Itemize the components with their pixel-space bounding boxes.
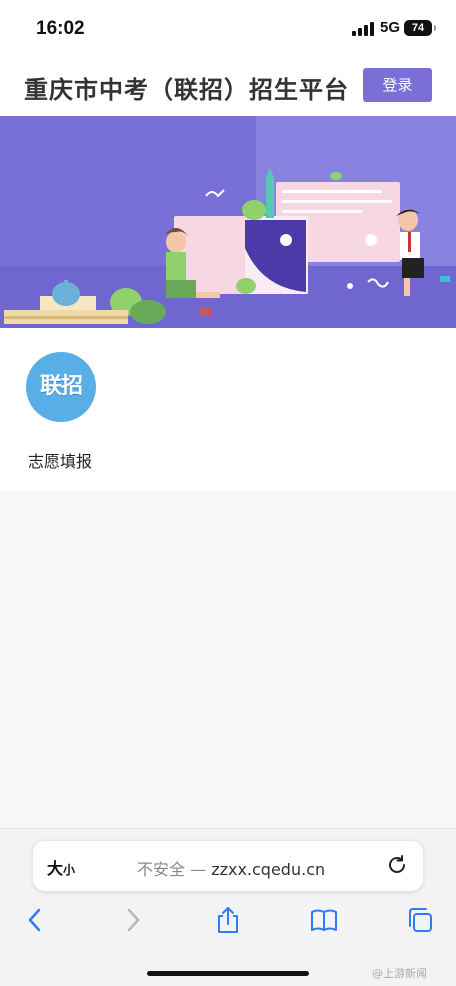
bookmarks-icon[interactable] — [309, 905, 339, 935]
page-header: 重庆市中考（联招）招生平台 登录 — [0, 56, 456, 116]
text-size-button[interactable]: 大小 — [47, 855, 75, 879]
battery-icon: 74 — [404, 20, 436, 36]
forward-icon[interactable] — [118, 905, 148, 935]
url-display[interactable]: 不安全 — zzxx.cqedu.cn — [137, 856, 325, 880]
reload-icon[interactable] — [385, 853, 409, 877]
app-icon-text: 联招 — [39, 374, 83, 399]
address-bar[interactable]: 大小 不安全 — zzxx.cqedu.cn — [33, 841, 423, 891]
text-size-small: 小 — [63, 863, 76, 877]
signal-icon — [352, 22, 374, 36]
network-label: 5G — [380, 19, 401, 36]
app-label-volunteer[interactable]: 志愿填报 — [28, 448, 92, 472]
status-bar: 16:02 5G 74 — [0, 0, 456, 56]
text-size-large: 大 — [47, 859, 64, 878]
url-text: zzxx.cqedu.cn — [211, 860, 326, 879]
app-grid: 联招 志愿填报 — [0, 328, 456, 491]
status-time: 16:02 — [36, 18, 85, 39]
security-label: 不安全 — — [137, 860, 207, 879]
lianzhao-app-icon[interactable]: 联招 — [26, 352, 96, 422]
browser-toolbar — [0, 905, 456, 945]
share-icon[interactable] — [213, 905, 243, 935]
banner-illustration — [0, 116, 456, 328]
home-indicator — [147, 971, 309, 976]
back-icon[interactable] — [20, 905, 50, 935]
banner-art — [0, 116, 456, 328]
browser-bottom-bar: 大小 不安全 — zzxx.cqedu.cn @上游新闻 — [0, 828, 456, 986]
tabs-icon[interactable] — [405, 905, 435, 935]
login-button[interactable]: 登录 — [363, 68, 432, 102]
watermark: @上游新闻 — [372, 967, 427, 980]
screen: 16:02 5G 74 重庆市中考（联招）招生平台 登录 联招 志愿填报 大小 … — [0, 0, 456, 986]
page-title: 重庆市中考（联招）招生平台 — [24, 76, 349, 104]
